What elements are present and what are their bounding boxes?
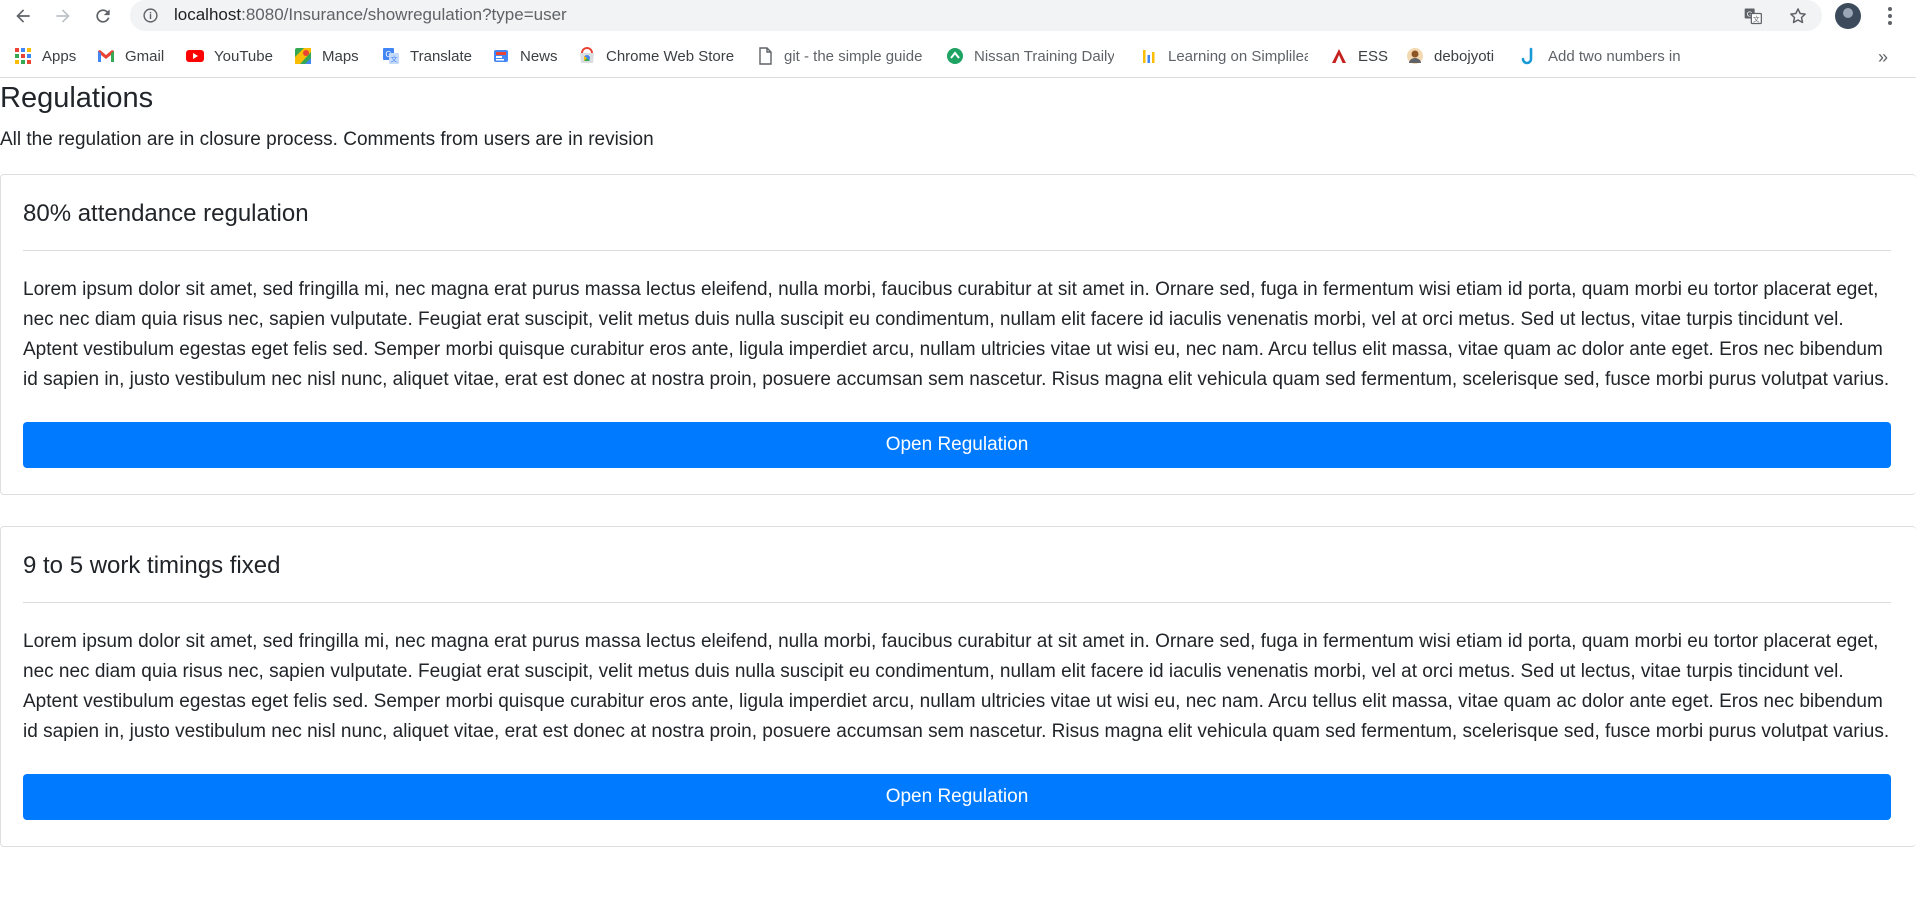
bookmark-gmail[interactable]: Gmail — [97, 45, 164, 67]
regulation-description: Lorem ipsum dolor sit amet, sed fringill… — [23, 631, 1890, 742]
bookmark-debojyoti[interactable]: debojyoti — [1406, 45, 1494, 67]
bookmark-git-guide[interactable]: git - the simple guide — [756, 45, 930, 67]
avatar-icon — [1406, 47, 1424, 65]
url-path: :8080/Insurance/showregulation?type=user — [241, 5, 567, 24]
bookmark-maps[interactable]: Maps — [294, 45, 359, 67]
bookmark-nissan-training[interactable]: Nissan Training Daily — [946, 45, 1114, 67]
bookmark-label: Add two numbers in — [1548, 47, 1681, 65]
translate-page-icon[interactable]: G文 — [1742, 5, 1764, 27]
maps-icon — [294, 47, 312, 65]
bookmark-label: YouTube — [214, 47, 273, 65]
card-divider — [23, 602, 1891, 603]
card-divider — [23, 250, 1891, 251]
chrome-divider — [0, 77, 1916, 78]
regulation-description: Lorem ipsum dolor sit amet, sed fringill… — [23, 279, 1890, 390]
open-regulation-button[interactable]: Open Regulation — [23, 774, 1891, 820]
bookmark-label: debojyoti — [1434, 47, 1495, 65]
bookmark-label: Gmail — [125, 47, 165, 65]
regulation-card: 9 to 5 work timings fixed Lorem ipsum do… — [0, 526, 1916, 847]
bookmark-news[interactable]: News — [492, 45, 558, 67]
bookmark-simplilearn[interactable]: Learning on Simplilearn — [1140, 45, 1308, 67]
browser-toolbar: localhost:8080/Insurance/showregulation?… — [0, 0, 1916, 32]
bookmark-label: ESS — [1358, 47, 1389, 65]
gmail-icon — [97, 47, 115, 65]
info-icon[interactable] — [142, 7, 159, 24]
regulation-title: 80% attendance regulation — [23, 200, 309, 227]
bookmark-label: Chrome Web Store — [606, 47, 735, 65]
svg-text:文: 文 — [1753, 14, 1760, 23]
nissan-icon — [946, 47, 964, 65]
bookmark-chrome-web-store[interactable]: Chrome Web Store — [578, 45, 734, 67]
url-host: localhost — [174, 5, 242, 24]
bookmark-add-two-numbers[interactable]: Add two numbers in — [1520, 45, 1688, 67]
bookmark-star-icon[interactable] — [1787, 5, 1809, 27]
bookmark-label: Apps — [42, 47, 77, 65]
svg-text:文: 文 — [391, 55, 398, 64]
ess-icon — [1330, 47, 1348, 65]
profile-avatar[interactable] — [1835, 3, 1861, 29]
news-icon — [492, 47, 510, 65]
page-title: Regulations — [0, 82, 154, 114]
regulation-card: 80% attendance regulation Lorem ipsum do… — [0, 174, 1916, 495]
chrome-web-store-icon — [578, 47, 596, 65]
page-subtitle: All the regulation are in closure proces… — [0, 129, 654, 150]
chrome-menu-icon[interactable] — [1880, 4, 1900, 28]
bookmark-label: News — [520, 47, 558, 65]
url-text[interactable]: localhost:8080/Insurance/showregulation?… — [174, 5, 567, 25]
regulation-title: 9 to 5 work timings fixed — [23, 552, 281, 579]
reload-icon[interactable] — [89, 2, 117, 30]
more-bookmarks-chevron-icon[interactable]: » — [1878, 47, 1888, 68]
bookmark-label: Maps — [322, 47, 359, 65]
bookmark-label: git - the simple guide — [784, 47, 923, 65]
address-bar[interactable]: localhost:8080/Insurance/showregulation?… — [130, 0, 1822, 31]
j-icon — [1520, 47, 1538, 65]
bookmark-label: Learning on Simplilearn — [1168, 47, 1308, 65]
bookmark-ess[interactable]: ESS — [1330, 45, 1388, 67]
simplilearn-icon — [1140, 47, 1158, 65]
back-arrow-icon[interactable] — [9, 2, 37, 30]
bookmark-youtube[interactable]: YouTube — [186, 45, 273, 67]
bookmark-label: Translate — [410, 47, 472, 65]
page-icon — [756, 47, 774, 65]
bookmark-translate[interactable]: G文 Translate — [382, 45, 472, 67]
open-regulation-button[interactable]: Open Regulation — [23, 422, 1891, 468]
apps-grid-icon — [14, 47, 32, 65]
bookmark-apps[interactable]: Apps — [14, 45, 76, 67]
bookmark-label: Nissan Training Daily — [974, 47, 1114, 65]
forward-arrow-icon[interactable] — [49, 2, 77, 30]
youtube-icon — [186, 47, 204, 65]
bookmarks-bar: Apps Gmail YouTube Maps G文 Translate New… — [0, 39, 1916, 73]
translate-icon: G文 — [382, 47, 400, 65]
